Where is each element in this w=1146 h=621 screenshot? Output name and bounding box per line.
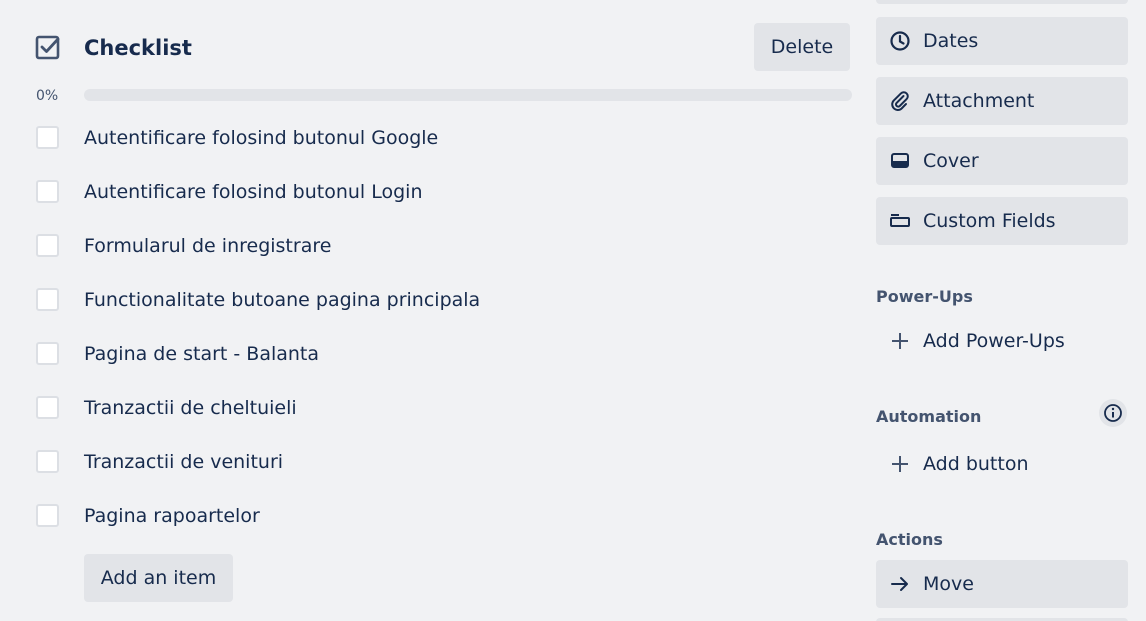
checklist-item-label[interactable]: Tranzactii de cheltuieli bbox=[84, 394, 297, 422]
checklist-item-label[interactable]: Functionalitate butoane pagina principal… bbox=[84, 286, 480, 314]
custom-fields-button[interactable]: Custom Fields bbox=[876, 197, 1128, 245]
checklist-item-label[interactable]: Pagina rapoartelor bbox=[84, 502, 260, 530]
checklist-items: Autentificare folosind butonul Google Aut… bbox=[36, 112, 852, 544]
checklist-item-checkbox[interactable] bbox=[36, 450, 59, 473]
checklist-item[interactable]: Autentificare folosind butonul Login bbox=[36, 166, 852, 220]
attachment-label: Attachment bbox=[923, 90, 1035, 112]
checklist-item[interactable]: Pagina rapoartelor bbox=[36, 490, 852, 544]
checklist-item-label[interactable]: Autentificare folosind butonul Login bbox=[84, 178, 423, 206]
checklist-item-label[interactable]: Pagina de start - Balanta bbox=[84, 340, 319, 368]
checklist-item-label[interactable]: Tranzactii de venituri bbox=[84, 448, 283, 476]
checklist-item-checkbox[interactable] bbox=[36, 234, 59, 257]
checklist-item[interactable]: Functionalitate butoane pagina principal… bbox=[36, 274, 852, 328]
custom-fields-label: Custom Fields bbox=[923, 210, 1056, 232]
add-automation-label: Add button bbox=[923, 453, 1029, 475]
dates-label: Dates bbox=[923, 30, 979, 52]
dates-button[interactable]: Dates bbox=[876, 17, 1128, 65]
add-powerups-button[interactable]: Add Power-Ups bbox=[876, 317, 1128, 365]
progress-percent: 0% bbox=[36, 88, 59, 104]
checklist-item[interactable]: Pagina de start - Balanta bbox=[36, 328, 852, 382]
checklist-item[interactable]: Tranzactii de cheltuieli bbox=[36, 382, 852, 436]
checklist-item-checkbox[interactable] bbox=[36, 288, 59, 311]
arrow-right-icon bbox=[889, 573, 911, 595]
checklist-item-checkbox[interactable] bbox=[36, 396, 59, 419]
custom-fields-icon bbox=[889, 210, 911, 232]
checklist-item-label[interactable]: Formularul de inregistrare bbox=[84, 232, 331, 260]
automation-info-button[interactable] bbox=[1099, 399, 1127, 427]
paperclip-icon bbox=[889, 90, 911, 112]
automation-heading: Automation bbox=[876, 407, 982, 426]
add-powerups-label: Add Power-Ups bbox=[923, 330, 1065, 352]
checklist-item-label[interactable]: Autentificare folosind butonul Google bbox=[84, 124, 438, 152]
progress-bar bbox=[84, 89, 852, 101]
actions-heading: Actions bbox=[876, 530, 943, 549]
delete-checklist-button[interactable]: Delete bbox=[754, 23, 850, 71]
checklist-item[interactable]: Formularul de inregistrare bbox=[36, 220, 852, 274]
cover-label: Cover bbox=[923, 150, 979, 172]
checklist-item-checkbox[interactable] bbox=[36, 342, 59, 365]
checklist-item[interactable]: Tranzactii de venituri bbox=[36, 436, 852, 490]
checklist-item-checkbox[interactable] bbox=[36, 180, 59, 203]
checklist-progress: 0% bbox=[36, 86, 852, 106]
checklist-title: Checklist bbox=[84, 36, 192, 60]
attachment-button[interactable]: Attachment bbox=[876, 77, 1128, 125]
checklist-header: Checklist Delete bbox=[34, 23, 850, 72]
add-item-button[interactable]: Add an item bbox=[84, 554, 233, 602]
cover-icon bbox=[889, 150, 911, 172]
cover-button[interactable]: Cover bbox=[876, 137, 1128, 185]
plus-icon bbox=[889, 453, 911, 475]
checklist-item[interactable]: Autentificare folosind butonul Google bbox=[36, 112, 852, 166]
add-automation-button[interactable]: Add button bbox=[876, 440, 1128, 488]
move-button[interactable]: Move bbox=[876, 560, 1128, 608]
checklist-item-checkbox[interactable] bbox=[36, 504, 59, 527]
move-label: Move bbox=[923, 573, 974, 595]
sidebar-partial-button[interactable] bbox=[876, 0, 1128, 4]
clock-icon bbox=[889, 30, 911, 52]
checklist-icon bbox=[34, 34, 62, 62]
checklist-item-checkbox[interactable] bbox=[36, 126, 59, 149]
powerups-heading: Power-Ups bbox=[876, 287, 973, 306]
plus-icon bbox=[889, 330, 911, 352]
